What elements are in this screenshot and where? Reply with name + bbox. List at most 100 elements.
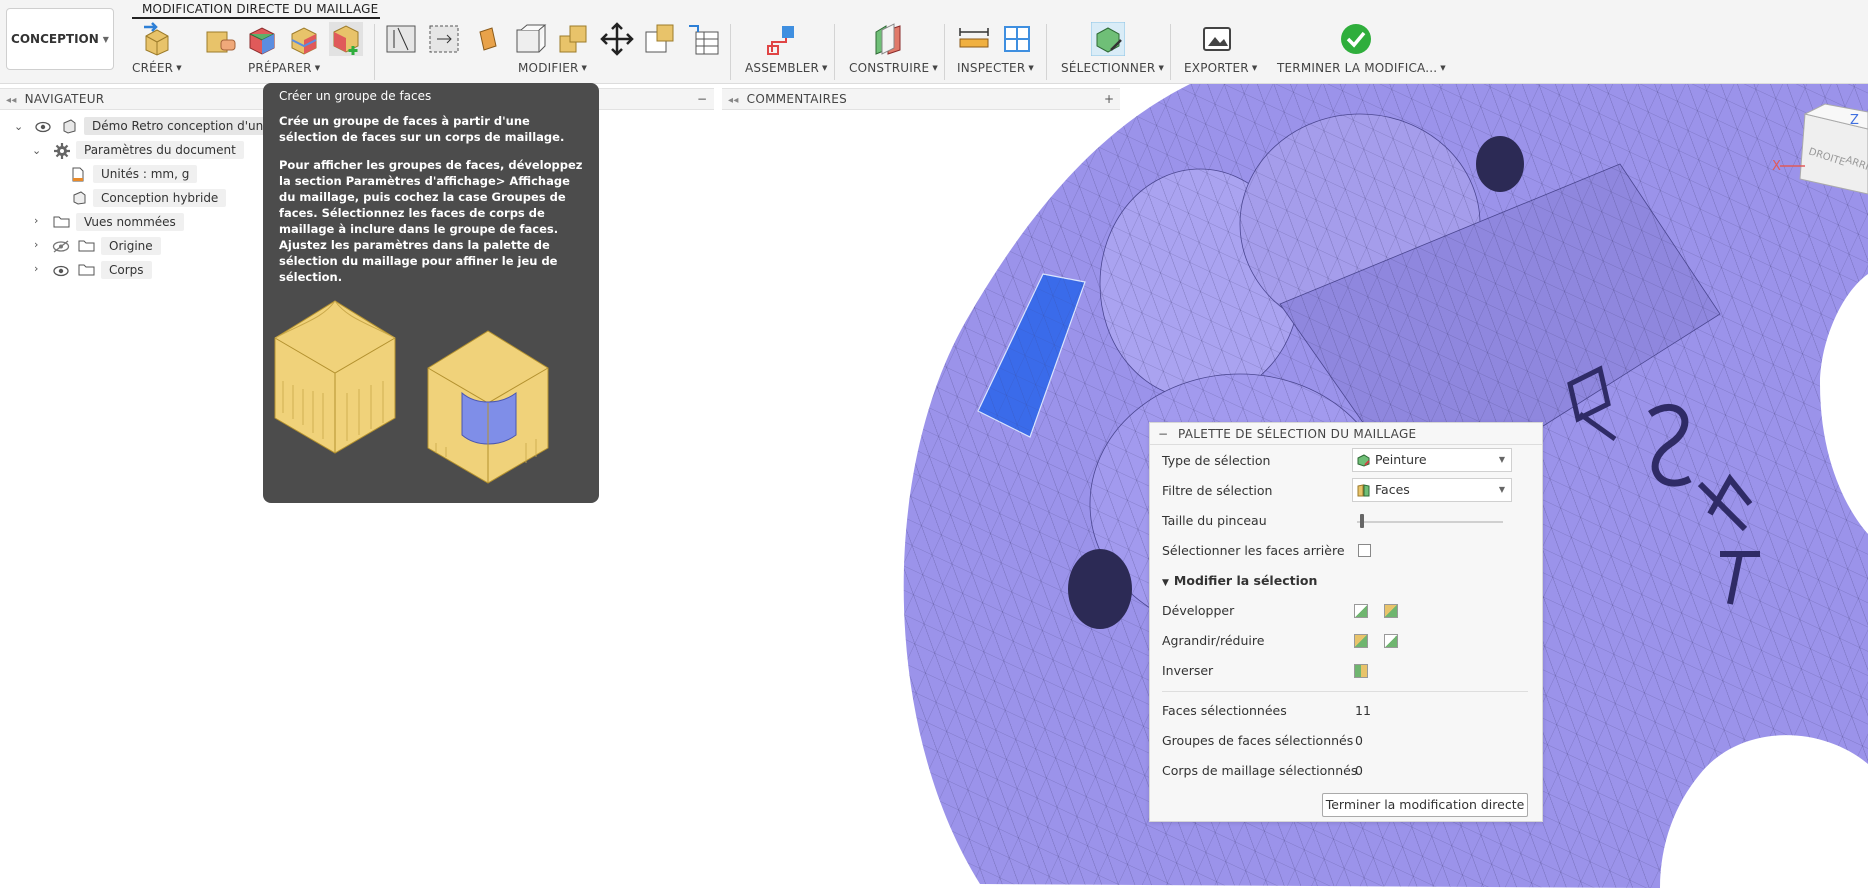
palette-header: − PALETTE DE SÉLECTION DU MAILLAGE bbox=[1150, 423, 1542, 445]
caret-down-icon: ▼ bbox=[1162, 578, 1169, 588]
group-select[interactable]: SÉLECTIONNER ▼ bbox=[1061, 61, 1164, 75]
group-finish[interactable]: TERMINER LA MODIFICA... ▼ bbox=[1277, 61, 1446, 75]
toolbar-separator bbox=[1046, 24, 1047, 80]
chevron-down-icon: ▼ bbox=[1498, 455, 1505, 464]
ribbon-toolbar: CONCEPTION ▼ MODIFICATION DIRECTE DU MAIL… bbox=[0, 0, 1868, 84]
workspace-label: CONCEPTION bbox=[11, 32, 99, 46]
brush-size-slider-track[interactable] bbox=[1357, 521, 1503, 523]
selection-filter-label: Filtre de sélection bbox=[1162, 483, 1273, 498]
axis-z-label: Z bbox=[1850, 113, 1859, 128]
paint-brush-icon bbox=[1357, 454, 1370, 467]
grow-shrink-label: Agrandir/réduire bbox=[1162, 633, 1265, 648]
tree-units[interactable]: Unités : mm, g bbox=[93, 163, 198, 185]
workspace-switcher[interactable]: CONCEPTION ▼ bbox=[6, 8, 114, 70]
mesh-bodies-selected-value: 0 bbox=[1355, 763, 1363, 778]
document-icon bbox=[72, 167, 84, 182]
prepare-repair-icon[interactable] bbox=[203, 22, 237, 56]
combine-icon[interactable] bbox=[556, 22, 590, 56]
brush-size-slider-thumb[interactable] bbox=[1359, 514, 1364, 528]
finish-check-icon[interactable] bbox=[1339, 22, 1373, 56]
export-icon[interactable] bbox=[1200, 22, 1234, 56]
group-export[interactable]: EXPORTER ▼ bbox=[1184, 61, 1257, 75]
invert-label: Inverser bbox=[1162, 663, 1214, 678]
toolbar-separator bbox=[730, 24, 731, 80]
tooltip-paragraph: Pour afficher les groupes de faces, déve… bbox=[279, 158, 583, 284]
group-modify[interactable]: MODIFIER ▼ bbox=[518, 61, 587, 75]
tree-hybrid-design[interactable]: Conception hybride bbox=[93, 187, 227, 209]
tooltip-illustration bbox=[274, 300, 549, 484]
faces-selected-value: 11 bbox=[1355, 703, 1371, 718]
smooth-icon[interactable] bbox=[513, 22, 547, 56]
finish-direct-edit-button[interactable]: Terminer la modification directe bbox=[1322, 793, 1528, 817]
prepare-remesh-icon[interactable] bbox=[245, 22, 279, 56]
tooltip-title: Créer un groupe de faces bbox=[279, 89, 432, 103]
collapse-left-icon[interactable]: ◂◂ bbox=[6, 95, 17, 106]
chevron-down-icon[interactable]: ⌄ bbox=[14, 120, 23, 133]
face-groups-selected-label: Groupes de faces sélectionnés bbox=[1162, 733, 1354, 748]
mesh-hole bbox=[1068, 549, 1132, 629]
group-create[interactable]: CRÉER ▼ bbox=[132, 61, 182, 75]
hybrid-design-icon bbox=[73, 191, 86, 205]
eye-hidden-icon[interactable] bbox=[52, 240, 70, 253]
prepare-reduce-icon[interactable] bbox=[287, 22, 321, 56]
mesh-hole bbox=[1476, 136, 1524, 192]
selection-type-label: Type de sélection bbox=[1162, 453, 1271, 468]
eye-icon[interactable] bbox=[53, 265, 69, 277]
chevron-down-icon[interactable]: ⌄ bbox=[32, 144, 41, 157]
develop-grow-icon[interactable] bbox=[1384, 604, 1398, 618]
group-inspect[interactable]: INSPECTER ▼ bbox=[957, 61, 1034, 75]
shrink-icon[interactable] bbox=[1384, 634, 1398, 648]
group-construct[interactable]: CONSTRUIRE ▼ bbox=[849, 61, 938, 75]
palette-divider bbox=[1162, 691, 1528, 692]
measure-icon[interactable] bbox=[957, 22, 991, 56]
collapse-left-icon[interactable]: ◂◂ bbox=[728, 95, 739, 106]
create-mesh-icon[interactable] bbox=[140, 22, 174, 56]
section-analysis-icon[interactable] bbox=[1000, 22, 1034, 56]
erase-fill-icon[interactable] bbox=[643, 22, 677, 56]
chevron-down-icon: ▼ bbox=[102, 34, 109, 44]
tree-origin[interactable]: Origine bbox=[101, 235, 161, 257]
chevron-right-icon[interactable]: › bbox=[34, 262, 38, 275]
construct-plane-icon[interactable] bbox=[872, 22, 906, 56]
table-icon[interactable] bbox=[686, 22, 720, 56]
assemble-joint-icon[interactable] bbox=[764, 22, 798, 56]
chevron-down-icon: ▼ bbox=[1498, 485, 1505, 494]
eye-icon[interactable] bbox=[35, 121, 51, 133]
grow-icon[interactable] bbox=[1354, 634, 1368, 648]
tree-named-views[interactable]: Vues nommées bbox=[76, 211, 184, 233]
gear-icon bbox=[54, 143, 70, 159]
component-icon bbox=[63, 119, 76, 134]
tooltip-create-face-group: Créer un groupe de faces Crée un groupe … bbox=[263, 83, 599, 503]
select-brush-icon[interactable] bbox=[1091, 22, 1125, 56]
face-groups-selected-value: 0 bbox=[1355, 733, 1363, 748]
offset-icon[interactable] bbox=[470, 22, 504, 56]
faces-filter-icon bbox=[1357, 484, 1370, 497]
plane-cut-icon[interactable] bbox=[384, 22, 418, 56]
move-icon[interactable] bbox=[600, 22, 634, 56]
back-faces-label: Sélectionner les faces arrière bbox=[1162, 543, 1345, 558]
chevron-right-icon[interactable]: › bbox=[34, 214, 38, 227]
chevron-right-icon[interactable]: › bbox=[34, 238, 38, 251]
tree-root[interactable]: Démo Retro conception d'un S bbox=[84, 115, 283, 137]
group-assemble[interactable]: ASSEMBLER ▼ bbox=[745, 61, 828, 75]
back-faces-checkbox[interactable] bbox=[1358, 544, 1371, 557]
mesh-bodies-selected-label: Corps de maillage sélectionnés bbox=[1162, 763, 1358, 778]
selection-filter-dropdown[interactable]: Faces ▼ bbox=[1352, 478, 1512, 502]
tooltip-paragraph: Crée un groupe de faces à partir d'une s… bbox=[279, 114, 565, 144]
minimize-icon[interactable]: − bbox=[697, 89, 707, 109]
create-face-group-icon[interactable] bbox=[329, 22, 363, 56]
invert-icon[interactable] bbox=[1354, 664, 1368, 678]
shell-icon[interactable] bbox=[427, 22, 461, 56]
modify-selection-section[interactable]: ▼ Modifier la sélection bbox=[1162, 573, 1317, 588]
tab-mesh-direct-edit[interactable]: MODIFICATION DIRECTE DU MAILLAGE bbox=[132, 0, 380, 19]
axis-x-label: X bbox=[1772, 159, 1781, 174]
selection-type-dropdown[interactable]: Peinture ▼ bbox=[1352, 448, 1512, 472]
group-prepare[interactable]: PRÉPARER ▼ bbox=[248, 61, 320, 75]
tree-bodies[interactable]: Corps bbox=[101, 259, 152, 281]
toolbar-separator bbox=[944, 24, 945, 80]
tree-doc-params[interactable]: Paramètres du document bbox=[76, 139, 244, 161]
collapse-palette-icon[interactable]: − bbox=[1158, 423, 1168, 445]
folder-icon bbox=[53, 216, 70, 228]
develop-shrink-icon[interactable] bbox=[1354, 604, 1368, 618]
brush-size-label: Taille du pinceau bbox=[1162, 513, 1267, 528]
